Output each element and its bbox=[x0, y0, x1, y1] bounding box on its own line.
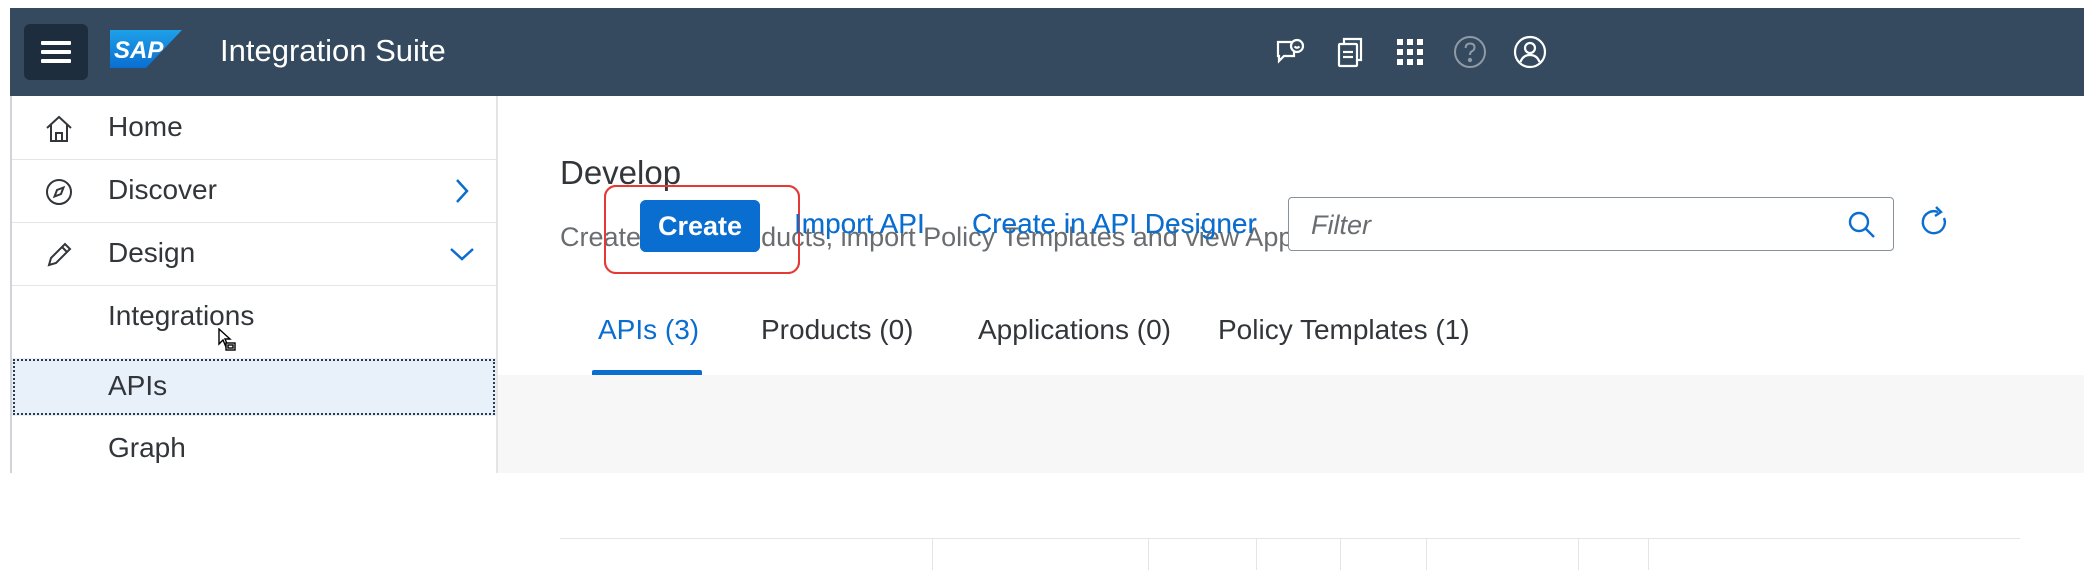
side-navigation: Home Discover Design Integrations APIs G… bbox=[12, 96, 498, 473]
notifications-button[interactable] bbox=[1332, 34, 1368, 70]
column-divider bbox=[1578, 539, 1579, 570]
shell-bar: SAP Integration Suite bbox=[10, 8, 2084, 96]
sidebar-item-integrations[interactable]: Integrations bbox=[12, 285, 496, 351]
sidebar-item-label: APIs bbox=[108, 370, 168, 401]
sidebar-item-home[interactable]: Home bbox=[12, 96, 496, 160]
sidebar-item-label: Graph bbox=[108, 432, 186, 463]
sidebar-item-graph[interactable]: Graph bbox=[12, 418, 496, 481]
user-icon bbox=[1513, 35, 1547, 69]
menu-button[interactable] bbox=[24, 24, 88, 80]
product-switch-button[interactable] bbox=[1392, 34, 1428, 70]
import-api-link-face[interactable]: Import API bbox=[794, 208, 925, 240]
mouse-cursor-icon bbox=[218, 328, 236, 351]
sap-logo[interactable]: SAP bbox=[110, 30, 182, 73]
app-title: Integration Suite bbox=[220, 33, 446, 68]
refresh-icon[interactable] bbox=[1916, 204, 1952, 240]
create-button-face[interactable]: Create bbox=[640, 200, 760, 252]
notifications-icon bbox=[1337, 37, 1363, 68]
sidebar-item-apis[interactable]: APIs bbox=[12, 358, 496, 416]
column-divider bbox=[1426, 539, 1427, 570]
pencil-icon bbox=[42, 238, 76, 272]
column-divider bbox=[1256, 539, 1257, 570]
help-button[interactable] bbox=[1452, 34, 1488, 70]
sidebar-item-label: Design bbox=[108, 237, 196, 268]
column-divider bbox=[932, 539, 933, 570]
svg-text:SAP: SAP bbox=[114, 37, 164, 64]
help-icon bbox=[1454, 36, 1486, 68]
compass-icon bbox=[42, 175, 76, 209]
product-switch-icon bbox=[1397, 39, 1423, 65]
search-icon[interactable] bbox=[1847, 210, 1877, 240]
table-header bbox=[560, 538, 2020, 570]
sidebar-item-label: Discover bbox=[108, 174, 217, 205]
column-divider bbox=[1340, 539, 1341, 570]
filter-field[interactable] bbox=[1288, 197, 1894, 251]
toolbar: Create Import API Create in API Designer bbox=[498, 185, 2084, 473]
menu-icon bbox=[41, 41, 71, 63]
column-divider bbox=[1648, 539, 1649, 570]
column-divider bbox=[1148, 539, 1149, 570]
chevron-right-icon[interactable] bbox=[444, 173, 480, 209]
user-button[interactable] bbox=[1512, 34, 1548, 70]
filter-input[interactable] bbox=[1309, 206, 1813, 244]
feedback-button[interactable] bbox=[1272, 34, 1308, 70]
feedback-icon bbox=[1276, 38, 1305, 64]
chevron-down-icon[interactable] bbox=[444, 236, 480, 272]
sidebar-item-discover[interactable]: Discover bbox=[12, 159, 496, 223]
main-content: Develop Create APIs, Products, import Po… bbox=[498, 96, 2084, 570]
home-icon bbox=[42, 112, 76, 146]
sidebar-item-label: Home bbox=[108, 111, 183, 142]
sidebar-item-design[interactable]: Design bbox=[12, 222, 496, 286]
create-in-api-designer-link-face[interactable]: Create in API Designer bbox=[972, 208, 1257, 240]
